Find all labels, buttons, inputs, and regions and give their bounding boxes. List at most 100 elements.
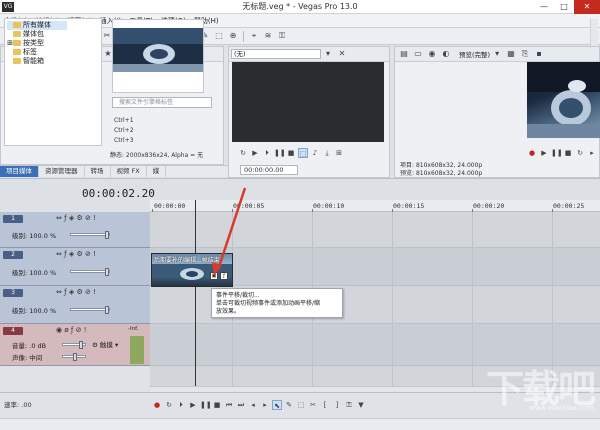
next-frame-icon[interactable]: ▸ — [260, 400, 270, 410]
mute-icon[interactable]: ⊘ — [85, 288, 91, 296]
fx-icon[interactable]: ƒ — [71, 326, 73, 334]
play-icon[interactable]: ▶ — [250, 148, 260, 158]
stop-icon[interactable]: ■ — [286, 148, 296, 158]
fx-icon[interactable]: ƒ — [64, 250, 66, 258]
tab-transitions[interactable]: 转场 — [85, 166, 111, 177]
add-to-timeline-icon[interactable]: ⊞ — [334, 148, 344, 158]
solo-icon[interactable]: ! — [84, 326, 87, 334]
selection-edit-icon[interactable]: ⬚ — [296, 400, 306, 410]
lock-icon[interactable]: ⚿ — [277, 31, 287, 41]
video-track-header-1[interactable]: 1 ⇔ ƒ ◈ ⚙ ⊘ ! 级别: 100.0 % — [0, 212, 150, 248]
event-fx-icon[interactable]: ƒ — [220, 272, 228, 280]
solo-icon[interactable]: ! — [93, 214, 96, 222]
play-icon[interactable]: ▶ — [188, 400, 198, 410]
cut-icon[interactable]: ✂ — [102, 31, 112, 41]
mute-icon[interactable]: ⊘ — [85, 250, 91, 258]
preview-quality[interactable]: 预览(完整) — [459, 49, 490, 59]
playback-rate[interactable]: 速率: .00 — [4, 399, 32, 409]
audio-track-header[interactable]: 4 ◉ ø ƒ ⊘ ! 音量: .0 dB 声像: 中间 ⚙ 触摸 ▾ -Inf… — [0, 324, 150, 366]
level-slider[interactable] — [70, 306, 110, 314]
fx-icon[interactable]: ƒ — [64, 214, 66, 222]
volume-slider[interactable] — [62, 341, 86, 349]
solo-icon[interactable]: ! — [93, 288, 96, 296]
copy-snapshot-icon[interactable]: ⎘ — [520, 49, 530, 59]
save-snapshot-icon[interactable]: ▪ — [534, 49, 544, 59]
video-event-clip[interactable]: 后期要补的编辑...帧结束 ▣ ƒ — [151, 253, 233, 287]
prev-frame-icon[interactable]: ◂ — [248, 400, 258, 410]
time-ruler[interactable]: 00:00:00 00:00:05 00:00:10 00:00:15 00:0… — [150, 200, 600, 212]
trimmer-dropdown[interactable]: (无) — [231, 49, 321, 59]
media-search-input[interactable]: 搜索文件引擎格标签 — [112, 97, 212, 108]
selection-tool-icon[interactable]: ⬚ — [214, 31, 224, 41]
pause-icon[interactable]: ❚❚ — [274, 148, 286, 158]
tab-media-generators[interactable]: 媒 — [147, 166, 167, 177]
tree-item-by-type[interactable]: ⊞ 按类型 — [7, 39, 99, 48]
normal-edit-tool-icon[interactable]: ⬉ — [272, 400, 282, 410]
stop-icon[interactable]: ■ — [563, 148, 573, 158]
play-from-start-icon[interactable]: ⏵ — [262, 148, 272, 158]
envelope-edit-icon[interactable]: ✎ — [284, 400, 294, 410]
media-thumbnail[interactable] — [112, 19, 204, 93]
pan-slider[interactable] — [62, 353, 86, 361]
project-settings-icon[interactable]: ▤ — [399, 49, 409, 59]
video-track-header-2[interactable]: 2 ⇔ ƒ ◈ ⚙ ⊘ ! 级别: 100.0 % — [0, 248, 150, 286]
gear-icon[interactable]: ⚙ — [76, 250, 82, 258]
tab-project-media[interactable]: 项目媒体 — [0, 166, 39, 177]
maximize-button[interactable]: □ — [554, 0, 574, 14]
mute-icon[interactable]: ⊘ — [76, 326, 82, 334]
timeline-timecode[interactable]: 00:00:02.20 — [82, 187, 155, 200]
trim-start-icon[interactable]: [ — [320, 400, 330, 410]
invert-phase-icon[interactable]: ø — [64, 326, 68, 334]
composite-icon[interactable]: ◈ — [69, 250, 74, 258]
pause-icon[interactable]: ❚❚ — [551, 148, 563, 158]
record-icon[interactable]: ● — [527, 148, 537, 158]
zoom-tool-icon[interactable]: ⊕ — [228, 31, 238, 41]
composite-icon[interactable]: ◈ — [69, 214, 74, 222]
tree-item-media-bins[interactable]: 媒体包 — [7, 30, 99, 39]
go-to-start-icon[interactable]: ⏮ — [224, 400, 234, 410]
trimmer-timecode[interactable]: 00:00:00.00 — [240, 165, 298, 175]
fx-icon[interactable]: ƒ — [64, 288, 66, 296]
motion-icon[interactable]: ⇔ — [56, 214, 62, 222]
tree-item-all-media[interactable]: 所有媒体 — [7, 21, 67, 30]
record-icon[interactable]: ● — [152, 400, 162, 410]
trimmer-window[interactable] — [232, 62, 384, 142]
video-fx-icon[interactable]: ◉ — [427, 49, 437, 59]
motion-icon[interactable]: ⇔ — [56, 250, 62, 258]
level-slider[interactable] — [70, 268, 110, 276]
event-pan-crop-icon[interactable]: ▣ — [210, 272, 218, 280]
tree-item-smart-bins[interactable]: 智能箱 — [7, 57, 99, 66]
overwrite-icon[interactable]: ⤓ — [322, 148, 332, 158]
loop-icon[interactable]: ↻ — [575, 148, 585, 158]
loop-icon[interactable]: ↻ — [164, 400, 174, 410]
gear-icon[interactable]: ⚙ — [76, 288, 82, 296]
trim-end-icon[interactable]: ] — [332, 400, 342, 410]
next-frame-icon[interactable]: ▸ — [587, 148, 597, 158]
marker-icon[interactable]: ▼ — [356, 400, 366, 410]
trimmer-close-icon[interactable]: ✕ — [337, 49, 347, 59]
loop-icon[interactable]: ↻ — [238, 148, 248, 158]
chevron-down-icon[interactable]: ▾ — [323, 49, 333, 59]
lock-icon[interactable]: ⚿ — [344, 400, 354, 410]
playhead-cursor[interactable] — [195, 200, 196, 386]
record-arm-icon[interactable]: ◉ — [56, 326, 62, 334]
chevron-down-icon[interactable]: ▾ — [492, 49, 502, 59]
stop-icon[interactable]: ■ — [212, 400, 222, 410]
motion-icon[interactable]: ⇔ — [56, 288, 62, 296]
automation-mode[interactable]: ⚙ 触摸 ▾ — [92, 339, 118, 349]
snap-icon[interactable]: ⌖ — [249, 31, 259, 41]
tab-video-fx[interactable]: 视频 FX — [111, 166, 147, 177]
track-lane[interactable] — [150, 212, 600, 248]
overlays-icon[interactable]: ▦ — [506, 49, 516, 59]
play-icon[interactable]: ▶ — [539, 148, 549, 158]
tab-explorer[interactable]: 资源管理器 — [39, 166, 85, 177]
minimize-button[interactable]: — — [534, 0, 554, 14]
play-from-start-icon[interactable]: ⏵ — [176, 400, 186, 410]
video-track-header-3[interactable]: 3 ⇔ ƒ ◈ ⚙ ⊘ ! 级别: 100.0 % — [0, 286, 150, 324]
ripple-icon[interactable]: ≋ — [263, 31, 273, 41]
preview-device-icon[interactable]: ▭ — [413, 49, 423, 59]
audio-icon[interactable]: ♪ — [310, 148, 320, 158]
close-button[interactable]: ✕ — [574, 0, 600, 14]
tree-item-tags[interactable]: 标签 — [7, 48, 99, 57]
solo-icon[interactable]: ! — [93, 250, 96, 258]
